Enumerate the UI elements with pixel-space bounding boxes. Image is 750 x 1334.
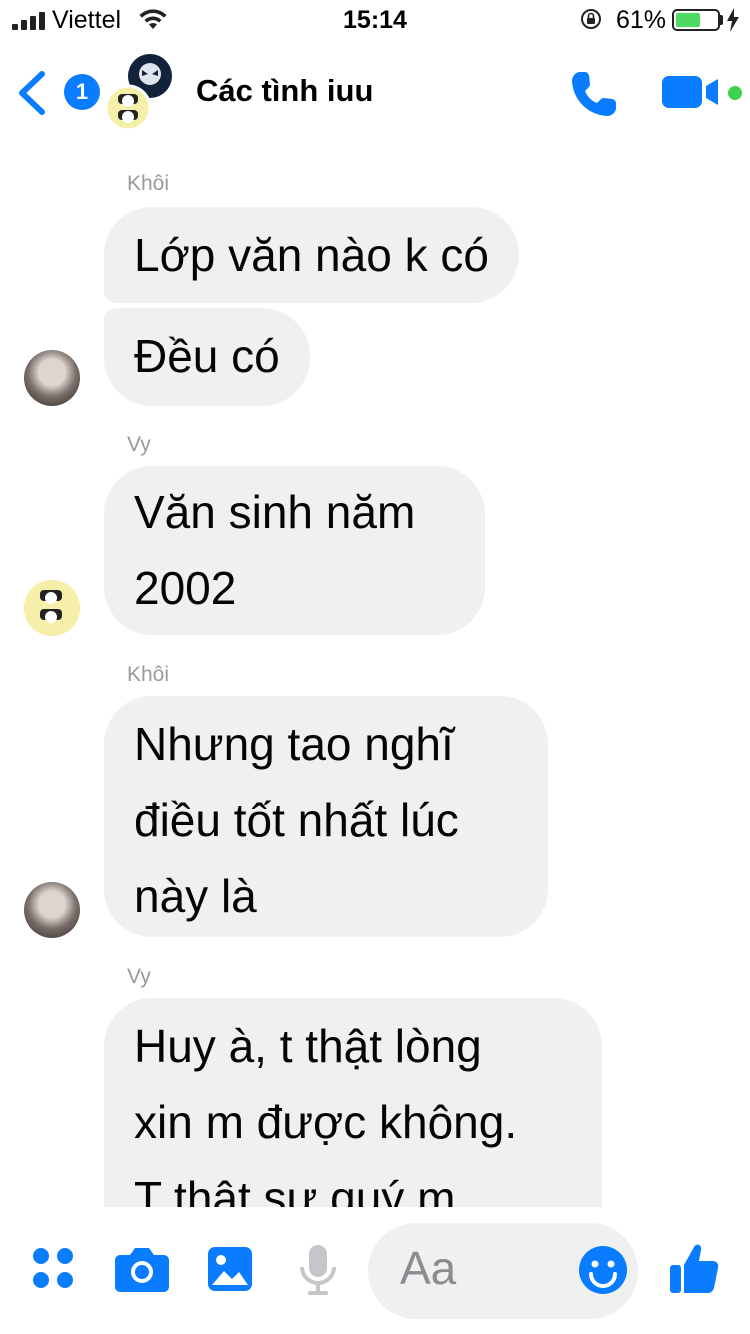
avatar[interactable] (24, 350, 80, 406)
status-bar: Viettel 15:14 61% (0, 0, 750, 40)
message-bubble[interactable]: Văn sinh năm 2002 (104, 466, 485, 635)
message-list[interactable]: Khôi Lớp văn nào k có Đều có Vy Văn sinh… (0, 145, 750, 1207)
photo-icon[interactable] (206, 1245, 254, 1293)
unread-count-badge: 1 (64, 74, 100, 110)
battery-icon (672, 9, 720, 31)
rotation-lock-icon (581, 9, 601, 29)
back-button[interactable]: 1 (16, 68, 100, 118)
sender-name: Vy (127, 433, 151, 456)
message-bubble[interactable]: Lớp văn nào k có (104, 207, 519, 303)
apps-grid-icon[interactable] (32, 1247, 76, 1291)
message-bubble[interactable]: Đều có (104, 308, 310, 406)
phone-icon[interactable] (568, 68, 620, 120)
battery-cap (720, 15, 723, 25)
battery-level (676, 13, 700, 27)
avatar[interactable] (24, 882, 80, 938)
sender-name: Khôi (127, 172, 170, 195)
active-status-dot (728, 86, 742, 100)
back-chevron-icon (19, 71, 45, 115)
message-bubble[interactable]: Huy à, t thật lòng xin m được không. T t… (104, 998, 602, 1207)
microphone-icon[interactable] (298, 1243, 338, 1297)
input-placeholder: Aa (400, 1242, 457, 1294)
message-bubble[interactable]: Nhưng tao nghĩ điều tốt nhất lúc này là (104, 696, 548, 937)
emoji-icon[interactable] (578, 1245, 628, 1295)
thumbs-up-icon[interactable] (668, 1241, 720, 1295)
sender-name: Vy (127, 965, 151, 988)
battery-percent: 61% (616, 6, 667, 34)
sender-name: Khôi (127, 663, 170, 686)
camera-icon[interactable] (114, 1245, 170, 1293)
group-avatar[interactable] (104, 54, 176, 130)
video-camera-icon[interactable] (660, 72, 720, 112)
composer-bar: Aa (0, 1207, 750, 1334)
charging-bolt-icon (727, 8, 739, 32)
conversation-title[interactable]: Các tình iuu (196, 73, 373, 109)
avatar[interactable] (24, 580, 80, 636)
